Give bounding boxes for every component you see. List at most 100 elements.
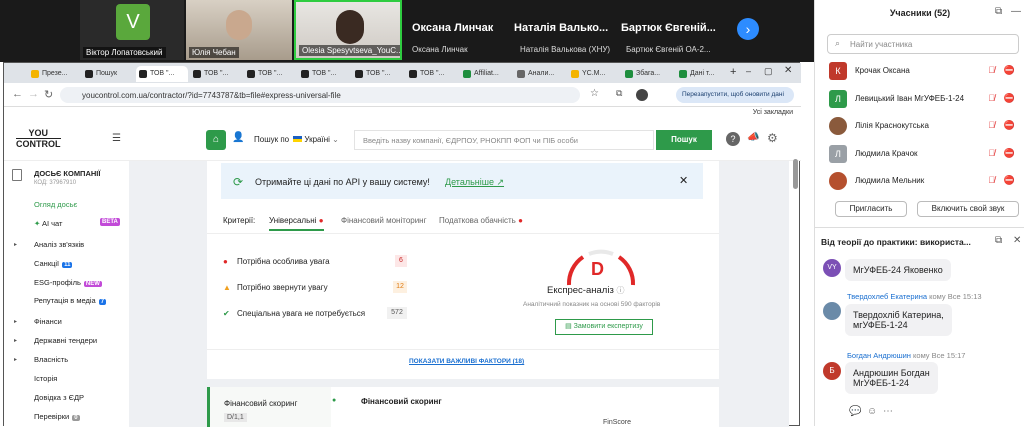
video-tile-yulia[interactable]: Юлія Чебан — [186, 0, 292, 60]
browser-tab[interactable]: ТОВ "... — [190, 66, 242, 82]
factor-count: 6 — [395, 255, 407, 267]
url-text: youcontrol.com.ua/contractor/?id=7743787… — [82, 91, 341, 100]
browser-tab[interactable]: Affiliat... — [460, 66, 512, 82]
reload-icon[interactable]: ↻ — [44, 88, 53, 101]
video-tile-viktor[interactable]: V Віктор Лопатовський — [80, 0, 184, 60]
tab-label: ТОВ "... — [366, 70, 391, 77]
youcontrol-logo[interactable]: YOU CONTROL — [16, 129, 61, 149]
browser-tab[interactable]: Збага... — [622, 66, 674, 82]
sidebar-item-checks[interactable]: Перевірки 0 — [34, 412, 80, 421]
sidebar-item-relations[interactable]: Аналіз зв'язків — [34, 240, 84, 249]
more-icon[interactable]: ⋯ — [883, 406, 893, 417]
expand-arrow-icon[interactable]: ▸ — [14, 356, 17, 363]
sidebar-item-ownership[interactable]: Власність — [34, 355, 68, 364]
avatar: Б — [823, 362, 841, 380]
participant-row[interactable]: Л Людмила Крачок 🎙̸ ⛔ — [829, 145, 1019, 163]
chat-sender: Богдан Андрюшин — [847, 351, 911, 360]
chat-bubble-icon[interactable]: 💬 — [849, 406, 861, 417]
sidebar-item-overview[interactable]: Огляд досьє — [34, 200, 77, 209]
participant-row[interactable]: Лілія Краснокутська 🎙̸ ⛔ — [829, 117, 1019, 135]
tile-name-small: Наталія Валькова (ХНУ) — [520, 45, 611, 54]
person-icon[interactable]: 👤 — [232, 132, 244, 143]
unmute-button[interactable]: Включить свой звук — [917, 201, 1019, 217]
tab-tax-diligence[interactable]: Податкова обачність ● — [439, 216, 523, 225]
browser-tab[interactable]: ТОВ "... — [352, 66, 404, 82]
show-factors-link[interactable]: ПОКАЗАТИ ВАЖЛИВІ ФАКТОРИ (18) — [409, 358, 524, 365]
sidebar-item-edr[interactable]: Довідка з ЄДР — [34, 393, 84, 402]
minimize-icon[interactable]: – — [746, 66, 751, 76]
invite-button[interactable]: Пригласить — [835, 201, 907, 217]
sidebar-item-sanctions[interactable]: Санкції 11 — [34, 259, 73, 268]
announce-icon[interactable]: 📣 — [747, 132, 759, 143]
scoring-card: Фінансовий скоринг D/1,1 ● Фінансовий ск… — [207, 387, 719, 427]
scrollbar-thumb[interactable] — [793, 159, 798, 189]
tab-label: ТОВ "... — [312, 70, 337, 77]
menu-collapse-icon[interactable]: ☰ — [112, 133, 121, 144]
status-dot-icon: ● — [332, 397, 337, 404]
participant-row[interactable]: Л Левицький Іван МгУФЕБ-1-24 🎙̸ ⛔ — [829, 90, 1019, 108]
new-tab-icon[interactable]: + — [730, 66, 736, 78]
factor-label: Потрібна особлива увага — [237, 257, 330, 266]
close-icon[interactable]: ✕ — [679, 174, 688, 187]
tab-label: Податкова обачність — [439, 216, 516, 225]
maximize-icon[interactable]: ▢ — [764, 66, 773, 77]
gear-icon[interactable]: ⚙ — [767, 131, 778, 145]
forward-icon[interactable]: → — [28, 88, 39, 100]
browser-tab-active[interactable]: ТОВ "... — [136, 66, 188, 82]
browser-tab[interactable]: Пошук — [82, 66, 134, 82]
order-expertise-button[interactable]: ▤ Замовити експертизу — [555, 319, 653, 335]
participant-row[interactable]: Людмила Мельник 🎙̸ ⛔ — [829, 172, 1019, 190]
browser-tab[interactable]: ТОВ "... — [244, 66, 296, 82]
browser-tab[interactable]: Анали... — [514, 66, 566, 82]
search-button[interactable]: Пошук — [656, 130, 712, 150]
participant-row[interactable]: К Крочак Оксана 🎙̸ ⛔ — [829, 62, 1019, 80]
sidebar-item-media[interactable]: Репутація в медіа 7 — [34, 296, 107, 305]
sidebar-item-tenders[interactable]: Державні тендери — [34, 336, 97, 345]
browser-tab[interactable]: YC.M... — [568, 66, 620, 82]
api-more-link[interactable]: Детальніше ↗ — [445, 177, 504, 188]
bank-icon[interactable]: ⌂ — [206, 130, 226, 150]
popout-icon[interactable]: ⧉ — [995, 235, 1002, 246]
avatar: Л — [829, 145, 847, 163]
extensions-icon[interactable]: ⧉ — [616, 88, 622, 99]
participant-search-input[interactable]: ⌕ Найти участника — [827, 34, 1019, 54]
close-icon[interactable]: ✕ — [784, 65, 792, 76]
browser-tab[interactable]: Презе... — [28, 66, 80, 82]
minimize-icon[interactable]: — — [1011, 6, 1021, 17]
expand-arrow-icon[interactable]: ▸ — [14, 337, 17, 344]
browser-tab[interactable]: ТОВ "... — [406, 66, 458, 82]
scoring-side-tab[interactable]: Фінансовий скоринг D/1,1 ● — [207, 387, 336, 427]
camera-off-icon: ⛔ — [1003, 120, 1015, 130]
chat-time: 15:13 — [962, 292, 982, 301]
expand-arrow-icon[interactable]: ▸ — [14, 241, 17, 248]
sidebar-item-esg[interactable]: ESG-профіль NEW — [34, 278, 102, 287]
star-icon[interactable]: ☆ — [590, 88, 599, 99]
profile-icon[interactable] — [636, 89, 648, 101]
url-field[interactable]: youcontrol.com.ua/contractor/?id=7743787… — [60, 87, 580, 103]
browser-tab[interactable]: Дані т... — [676, 66, 726, 82]
tab-favicon-icon — [193, 70, 201, 78]
company-search-input[interactable]: Введіть назву компанії, ЄДРПОУ, РНОКПП Ф… — [354, 130, 654, 150]
tab-favicon-icon — [463, 70, 471, 78]
dossier-code: КОД: 37967910 — [34, 180, 77, 186]
tab-fin-monitoring[interactable]: Фінансовий моніторинг — [341, 216, 427, 225]
close-icon[interactable]: ✕ — [1013, 235, 1021, 246]
sidebar-item-finance[interactable]: Фінанси — [34, 317, 62, 326]
sidebar-item-ai-chat[interactable]: ✦ AI чат — [34, 219, 63, 228]
participant-name: Людмила Крачок — [855, 149, 918, 158]
tab-universal[interactable]: Універсальні ● — [269, 216, 324, 231]
popout-icon[interactable]: ⧉ — [995, 6, 1002, 17]
emoji-icon[interactable]: ☺ — [867, 406, 877, 417]
participant-name: Лілія Краснокутська — [855, 121, 929, 130]
search-scope-select[interactable]: Пошук по Україні ⌄ — [254, 135, 339, 144]
chevron-right-icon[interactable]: › — [737, 18, 759, 40]
video-tile-olesia[interactable]: Olesia Spesyvtseva_YouC... — [294, 0, 402, 60]
back-icon[interactable]: ← — [12, 88, 23, 100]
expand-arrow-icon[interactable]: ▸ — [14, 318, 17, 325]
tile-name-large: Оксана Линчак — [412, 22, 494, 34]
all-bookmarks-link[interactable]: Усі закладки — [753, 109, 793, 116]
browser-tab[interactable]: ТОВ "... — [298, 66, 350, 82]
restart-button[interactable]: Перезапустити, щоб оновити дані — [676, 87, 794, 103]
help-icon[interactable]: ? — [726, 132, 740, 146]
sidebar-item-history[interactable]: Історія — [34, 374, 57, 383]
